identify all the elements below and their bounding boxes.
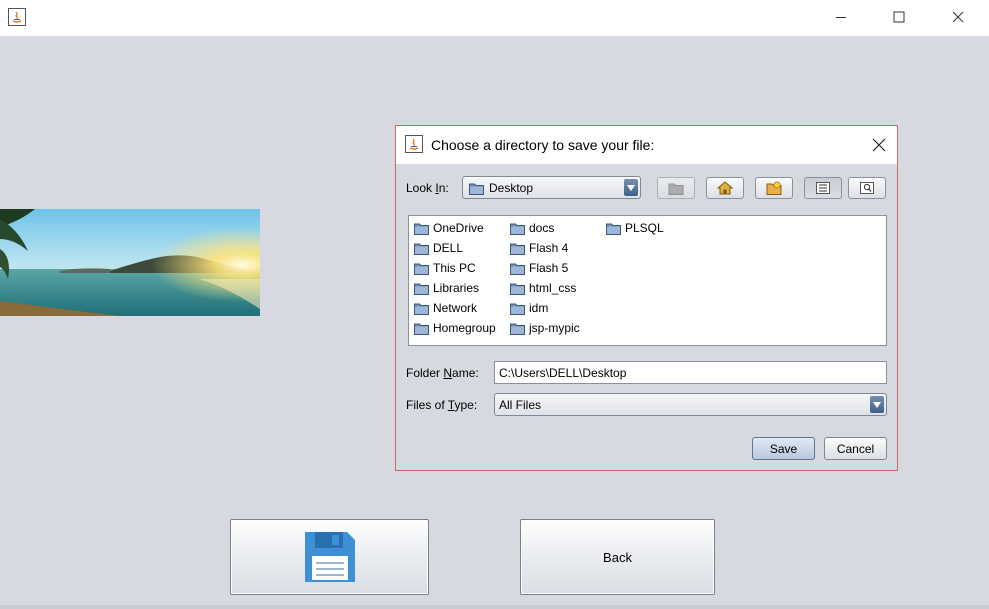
files-of-type-label-text: Files of — [406, 398, 448, 412]
look-in-label-text: Look — [406, 181, 436, 195]
dialog-close-button[interactable] — [869, 135, 889, 155]
up-folder-icon — [668, 183, 684, 195]
new-folder-button[interactable] — [755, 177, 793, 199]
list-item[interactable]: This PC — [414, 259, 476, 277]
java-icon — [405, 135, 423, 153]
home-icon — [717, 181, 733, 195]
folder-icon — [414, 303, 429, 315]
save-button-label: Save — [769, 441, 798, 456]
list-view-icon — [816, 182, 830, 194]
look-in-suffix: n: — [438, 181, 449, 195]
list-item-label: html_css — [529, 281, 577, 295]
file-list[interactable]: OneDrive DELL This PC Libraries Network … — [408, 215, 887, 346]
cancel-button[interactable]: Cancel — [824, 437, 887, 460]
chevron-down-icon — [870, 396, 884, 413]
save-button[interactable]: Save — [752, 437, 815, 460]
list-item[interactable]: idm — [510, 299, 548, 317]
list-item[interactable]: Flash 4 — [510, 239, 568, 257]
folder-icon — [510, 323, 525, 335]
maximize-icon — [893, 11, 905, 23]
folder-name-label-text: Folder — [406, 366, 444, 380]
close-icon — [952, 11, 964, 23]
folder-name-input[interactable] — [495, 362, 883, 384]
bottom-strip — [0, 605, 989, 609]
list-item-label: Libraries — [433, 281, 480, 295]
folder-icon — [510, 223, 525, 235]
list-item-label: docs — [529, 221, 555, 235]
back-button[interactable]: Back — [520, 519, 715, 595]
folder-icon — [414, 223, 429, 235]
list-item-label: Flash 5 — [529, 261, 569, 275]
list-item[interactable]: html_css — [510, 279, 576, 297]
save-dialog: Choose a directory to save your file: Lo… — [395, 125, 898, 471]
folder-icon — [510, 263, 525, 275]
list-item[interactable]: DELL — [414, 239, 463, 257]
list-item[interactable]: jsp-mypic — [510, 319, 580, 337]
list-item-label: This PC — [433, 261, 476, 275]
home-button[interactable] — [706, 177, 744, 199]
details-view-button[interactable] — [848, 177, 886, 199]
folder-icon — [414, 283, 429, 295]
details-view-icon — [860, 182, 874, 194]
window-titlebar — [0, 0, 989, 36]
files-of-type-suffix: ype: — [454, 398, 478, 412]
list-item[interactable]: Libraries — [414, 279, 479, 297]
list-item[interactable]: OneDrive — [414, 219, 484, 237]
folder-name-mnemonic: N — [443, 366, 453, 380]
list-item-label: OneDrive — [433, 221, 484, 235]
list-item-label: PLSQL — [625, 221, 664, 235]
folder-icon — [414, 243, 429, 255]
look-in-label: Look In: — [406, 181, 449, 195]
floppy-disk-icon — [304, 532, 355, 582]
list-item[interactable]: Network — [414, 299, 477, 317]
dialog-titlebar: Choose a directory to save your file: — [396, 126, 897, 164]
minimize-button[interactable] — [818, 0, 864, 34]
new-folder-icon — [766, 181, 782, 195]
look-in-value: Desktop — [489, 181, 534, 195]
java-icon — [8, 8, 26, 26]
maximize-button[interactable] — [876, 0, 922, 34]
beach-image — [0, 209, 260, 316]
list-item-label: Homegroup — [433, 321, 496, 335]
look-in-combo[interactable]: Desktop — [462, 176, 641, 199]
close-icon — [872, 138, 886, 152]
folder-icon — [414, 263, 429, 275]
close-button[interactable] — [935, 0, 981, 34]
list-item[interactable]: Flash 5 — [510, 259, 568, 277]
chevron-down-icon — [624, 179, 638, 196]
list-view-button[interactable] — [804, 177, 842, 199]
dialog-title: Choose a directory to save your file: — [431, 137, 655, 153]
list-item-label: DELL — [433, 241, 464, 255]
folder-name-label: Folder Name: — [406, 366, 479, 380]
list-item-label: jsp-mypic — [529, 321, 580, 335]
up-one-level-button[interactable] — [657, 177, 695, 199]
folder-icon — [414, 323, 429, 335]
list-item[interactable]: PLSQL — [606, 219, 664, 237]
list-item[interactable]: Homegroup — [414, 319, 496, 337]
folder-icon — [469, 183, 484, 195]
cancel-button-label: Cancel — [836, 441, 875, 456]
folder-icon — [606, 223, 621, 235]
list-item-label: idm — [529, 301, 549, 315]
files-of-type-combo[interactable]: All Files — [494, 393, 887, 416]
folder-name-suffix: ame: — [452, 366, 479, 380]
back-button-label: Back — [603, 549, 632, 565]
folder-icon — [510, 303, 525, 315]
files-of-type-label: Files of Type: — [406, 398, 477, 412]
minimize-icon — [836, 17, 846, 18]
list-item-label: Flash 4 — [529, 241, 569, 255]
files-of-type-value: All Files — [499, 398, 542, 412]
list-item-label: Network — [433, 301, 478, 315]
folder-icon — [510, 283, 525, 295]
folder-icon — [510, 243, 525, 255]
folder-name-field[interactable] — [494, 361, 887, 384]
list-item[interactable]: docs — [510, 219, 554, 237]
save-floppy-button[interactable] — [230, 519, 429, 595]
